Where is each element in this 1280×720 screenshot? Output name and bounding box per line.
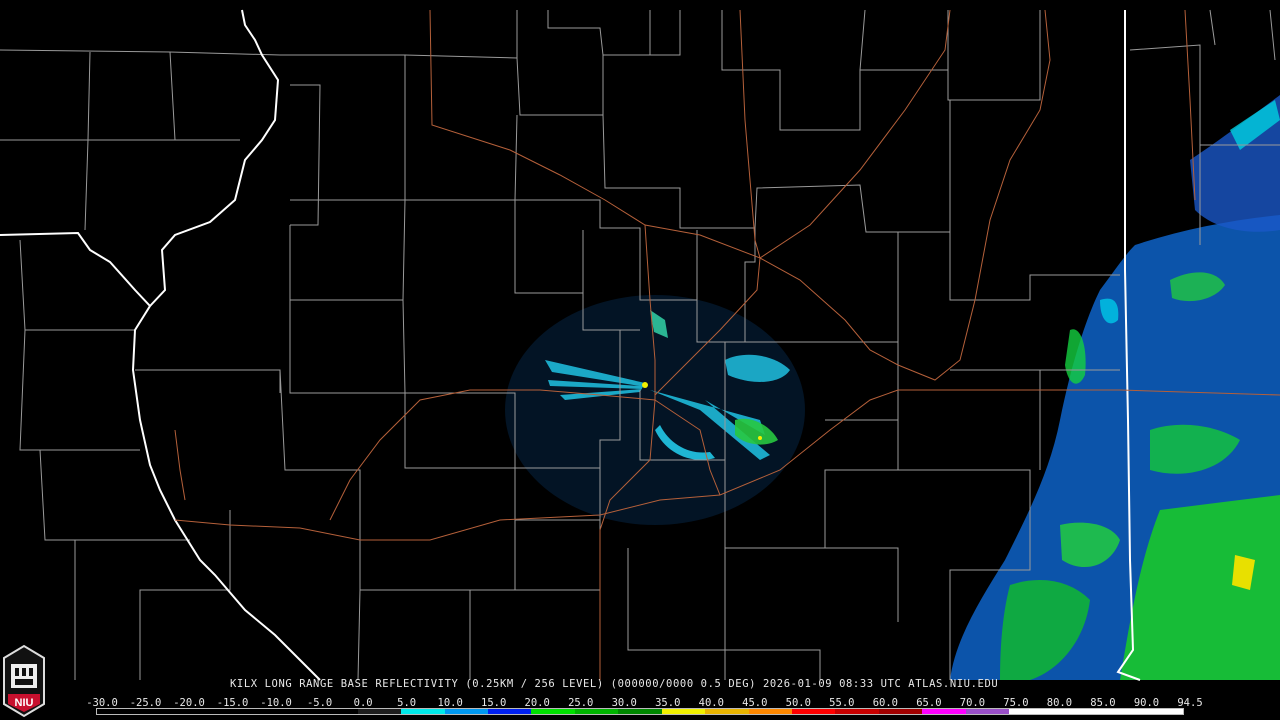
radar-map: [0, 0, 1280, 720]
scale-swatch: [401, 709, 445, 714]
scale-swatch: [835, 709, 879, 714]
scale-swatch: [140, 709, 184, 714]
scale-swatch: [1096, 709, 1140, 714]
scale-swatch: [1052, 709, 1097, 714]
svg-text:NIU: NIU: [15, 697, 34, 709]
scale-swatch: [878, 709, 923, 714]
niu-logo: NIU: [3, 644, 45, 718]
scale-swatch: [357, 709, 402, 714]
color-scale-bar: [96, 708, 1184, 715]
scale-swatch: [1009, 709, 1053, 714]
scale-swatch: [444, 709, 488, 714]
scale-swatch: [792, 709, 836, 714]
product-caption: KILX LONG RANGE BASE REFLECTIVITY (0.25K…: [230, 678, 999, 690]
scale-swatch: [922, 709, 966, 714]
scale-swatch: [618, 709, 662, 714]
scale-swatch: [97, 709, 141, 714]
scale-swatch: [1139, 709, 1183, 714]
scale-swatch: [574, 709, 619, 714]
scale-swatch: [270, 709, 315, 714]
scale-swatch: [748, 709, 792, 714]
scale-swatch: [227, 709, 271, 714]
scale-swatch: [531, 709, 575, 714]
scale-swatch: [661, 709, 706, 714]
scale-swatch: [314, 709, 358, 714]
scale-swatch: [183, 709, 228, 714]
scale-swatch: [487, 709, 532, 714]
radar-echoes-central: [505, 295, 805, 525]
scale-swatch: [705, 709, 749, 714]
scale-swatch: [965, 709, 1010, 714]
